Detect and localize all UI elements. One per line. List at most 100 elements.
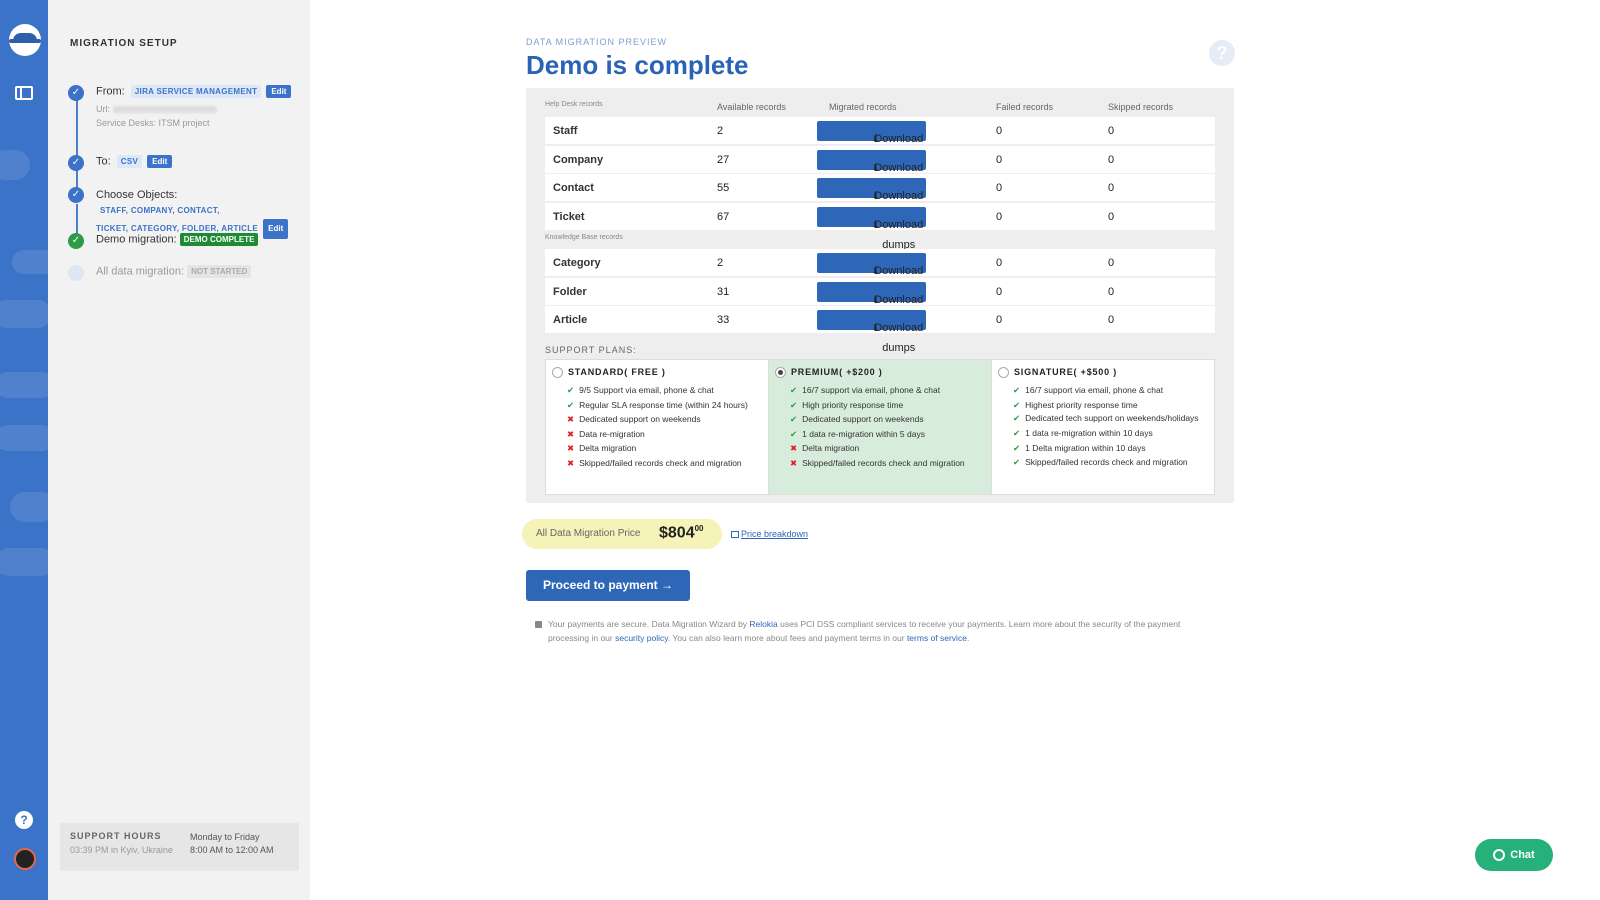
list-item: ✖ Skipped/failed records check and migrat…: [790, 456, 991, 471]
col-migrated: Migrated records: [829, 102, 897, 112]
avatar[interactable]: [14, 848, 36, 870]
feature-text: Delta migration: [579, 443, 637, 454]
list-item: ✔ Highest priority response time: [1013, 398, 1214, 413]
download-dumps-button[interactable]: ⬇Download dumps: [817, 253, 926, 297]
download-dumps-button[interactable]: ⬇Download dumps: [817, 206, 926, 251]
record-available: 67: [717, 210, 730, 223]
list-item: ✔ 1 data re-migration within 10 days: [1013, 426, 1214, 441]
record-failed: 0: [996, 153, 1003, 166]
lock-icon: [535, 621, 542, 629]
check-icon: ✔: [1013, 457, 1021, 468]
price-amount: $80400: [659, 524, 704, 542]
feature-text: Skipped/failed records check and migrati…: [579, 457, 742, 468]
record-failed: 0: [996, 210, 1003, 223]
step-to-label: To:: [96, 155, 111, 168]
plan-name: STANDARD( FREE ): [568, 367, 666, 377]
cross-icon: ✖: [567, 414, 575, 425]
feature-text: 16/7 support via email, phone & chat: [802, 385, 941, 396]
proceed-to-payment-button[interactable]: Proceed to payment →: [526, 570, 690, 601]
record-failed: 0: [996, 285, 1003, 298]
feature-text: Dedicated tech support on weekends/holid…: [1025, 413, 1199, 424]
blurred-url: [112, 106, 217, 114]
plan-radio[interactable]: [552, 367, 563, 379]
download-dumps-button[interactable]: ⬇Download dumps: [817, 121, 926, 165]
record-name: Staff: [553, 125, 578, 137]
payment-security-note: Your payments are secure. Data Migration…: [535, 617, 1225, 645]
url-label: Url:: [96, 104, 110, 114]
record-available: 2: [717, 125, 724, 137]
secure-text: .: [966, 633, 970, 643]
feature-text: Delta migration: [802, 443, 860, 454]
record-skipped: 0: [1108, 314, 1115, 326]
plan-signature[interactable]: SIGNATURE( +$500 ) ✔ 16/7 support via ema…: [992, 360, 1214, 494]
record-skipped: 0: [1108, 182, 1115, 194]
list-item: ✖ Delta migration: [567, 441, 768, 456]
price-dollars: $804: [659, 524, 695, 542]
support-days: Monday to Friday: [190, 832, 260, 842]
check-icon: ✔: [567, 385, 575, 396]
list-item: ✔ Dedicated support on weekends: [790, 412, 991, 427]
help-icon[interactable]: ?: [15, 811, 33, 829]
chat-bubble-icon: [1493, 849, 1506, 862]
layout-icon[interactable]: [15, 86, 33, 100]
table-row: Contact 55 ⬇Download dumps 0 0: [545, 174, 1215, 222]
check-icon: ✔: [1013, 399, 1021, 410]
help-circle-icon[interactable]: ?: [1209, 40, 1235, 66]
plan-standard[interactable]: STANDARD( FREE ) ✔ 9/5 Support via email,…: [546, 360, 769, 494]
app-rail: ?: [0, 0, 48, 900]
step-demo-label: Demo migration:: [96, 233, 177, 246]
plan-premium[interactable]: PREMIUM( +$200 ) ✔ 16/7 support via email…: [769, 360, 992, 494]
step-from-label: From:: [96, 85, 125, 98]
pending-dot-icon: [68, 265, 84, 281]
record-failed: 0: [996, 182, 1003, 194]
record-name: Folder: [553, 285, 587, 298]
plan-radio[interactable]: [998, 367, 1009, 379]
table-row: Folder 31 ⬇Download dumps 0 0: [545, 277, 1215, 326]
chat-button[interactable]: Chat: [1475, 839, 1553, 871]
record-available: 27: [717, 153, 730, 166]
page-title: Demo is complete: [526, 50, 749, 80]
record-skipped: 0: [1108, 210, 1115, 223]
list-item: ✔ 16/7 support via email, phone & chat: [1013, 383, 1214, 398]
price-breakdown-label: Price breakdown: [741, 529, 809, 539]
terms-link[interactable]: terms of service: [907, 633, 967, 643]
record-available: 55: [717, 182, 730, 194]
check-icon: ✔: [1013, 442, 1021, 453]
download-dumps-button[interactable]: ⬇Download dumps: [817, 281, 926, 326]
list-item: ✔ 1 data re-migration within 5 days: [790, 427, 991, 442]
decor-shape: [12, 250, 48, 274]
timeline-connector: [76, 92, 78, 162]
decor-shape: [0, 300, 48, 328]
secure-text: uses PCI DSS compliant services to recei…: [777, 619, 1181, 629]
support-plans: STANDARD( FREE ) ✔ 9/5 Support via email,…: [545, 359, 1215, 495]
record-name: Contact: [553, 182, 594, 194]
download-dumps-label: Download dumps: [874, 322, 924, 354]
check-icon: ✓: [68, 187, 84, 203]
feature-text: Skipped/failed records check and migrati…: [802, 457, 965, 468]
list-item: ✔ 9/5 Support via email, phone & chat: [567, 383, 768, 398]
support-plans-label: SUPPORT PLANS:: [545, 345, 637, 355]
check-icon: ✔: [1013, 428, 1021, 439]
record-name: Company: [553, 153, 604, 166]
record-name: Article: [553, 314, 588, 326]
check-icon: ✓: [68, 155, 84, 171]
download-dumps-button[interactable]: ⬇Download dumps: [817, 310, 926, 354]
plan-radio-selected[interactable]: [775, 367, 786, 379]
check-icon: ✓: [68, 233, 84, 249]
feature-text: Dedicated support on weekends: [802, 414, 924, 425]
service-desks-value: ITSM project: [158, 118, 210, 128]
price-breakdown-link[interactable]: Price breakdown: [731, 529, 808, 539]
relokia-link[interactable]: Relokia: [749, 619, 777, 629]
price-cents: 00: [694, 524, 704, 533]
download-dumps-button[interactable]: ⬇Download dumps: [817, 178, 926, 222]
feature-text: 1 Delta migration within 10 days: [1025, 442, 1146, 453]
app-logo-icon[interactable]: [9, 24, 41, 56]
support-hours-range: 8:00 AM to 12:00 AM: [190, 845, 274, 855]
edit-target-button[interactable]: Edit: [147, 155, 173, 168]
service-desks-label: Service Desks:: [96, 118, 157, 128]
download-dumps-button[interactable]: ⬇Download dumps: [817, 149, 926, 194]
security-policy-link[interactable]: security policy: [615, 633, 668, 643]
list-item: ✖ Delta migration: [790, 441, 991, 456]
edit-source-button[interactable]: Edit: [266, 85, 292, 98]
feature-text: 1 data re-migration within 10 days: [1025, 428, 1153, 439]
